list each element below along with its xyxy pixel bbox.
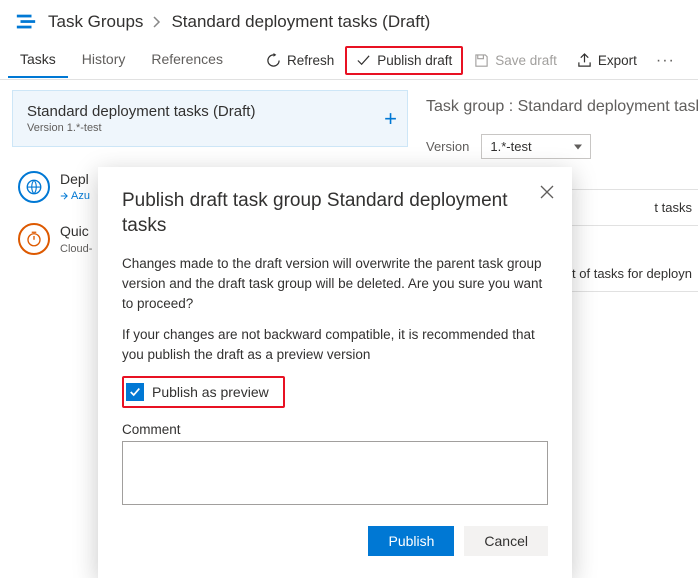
cancel-button[interactable]: Cancel xyxy=(464,526,548,556)
publish-button[interactable]: Publish xyxy=(368,526,454,556)
comment-label: Comment xyxy=(122,422,548,437)
dialog-body: Changes made to the draft version will o… xyxy=(122,254,548,313)
publish-preview-checkbox[interactable]: Publish as preview xyxy=(122,376,285,408)
checkbox-label: Publish as preview xyxy=(152,384,269,400)
dialog-body: If your changes are not backward compati… xyxy=(122,325,548,364)
comment-textarea[interactable] xyxy=(122,441,548,505)
close-icon xyxy=(540,185,554,199)
checkbox-checked-icon xyxy=(126,383,144,401)
publish-dialog: Publish draft task group Standard deploy… xyxy=(98,167,572,578)
dialog-title: Publish draft task group Standard deploy… xyxy=(122,189,548,238)
modal-overlay: Publish draft task group Standard deploy… xyxy=(0,0,698,573)
close-button[interactable] xyxy=(536,181,558,203)
